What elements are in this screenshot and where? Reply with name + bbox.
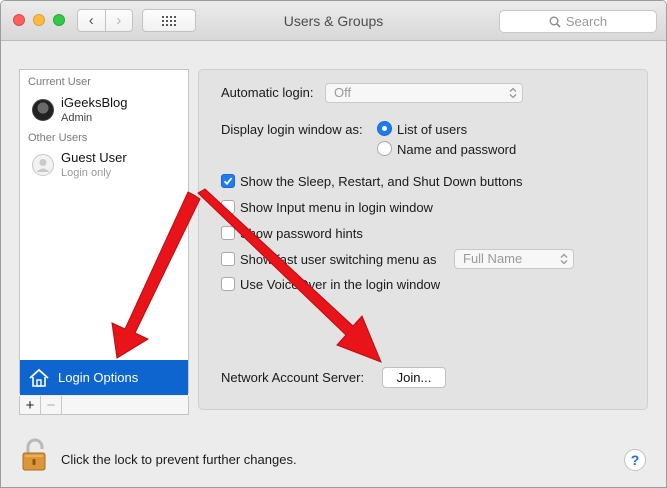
user-role: Admin bbox=[61, 112, 93, 124]
fast-switch-popup[interactable]: Full Name bbox=[454, 249, 574, 269]
help-button[interactable]: ? bbox=[624, 449, 646, 471]
name-and-password-label: Name and password bbox=[397, 142, 517, 157]
checkmark-icon bbox=[223, 177, 233, 186]
sidebar-item-login-options[interactable]: Login Options bbox=[20, 360, 188, 395]
guest-avatar bbox=[32, 154, 54, 176]
login-options-panel: Automatic login: Off Display login windo… bbox=[198, 69, 648, 410]
fast-switch-value: Full Name bbox=[463, 251, 523, 266]
automatic-login-popup[interactable]: Off bbox=[325, 83, 523, 103]
automatic-login-label: Automatic login: bbox=[221, 85, 314, 100]
remove-user-button[interactable]: − bbox=[41, 396, 62, 414]
show-password-hints-label: Show password hints bbox=[240, 226, 363, 241]
user-name: Guest User bbox=[61, 150, 127, 165]
network-account-server-label: Network Account Server: bbox=[221, 370, 365, 385]
users-sidebar: Current User iGeeksBlog Admin Other User… bbox=[19, 69, 189, 395]
checkbox-voiceover[interactable] bbox=[221, 277, 235, 291]
show-sleep-restart-label: Show the Sleep, Restart, and Shut Down b… bbox=[240, 174, 523, 189]
checkbox-fast-user-switching[interactable] bbox=[221, 252, 235, 266]
checkbox-show-password-hints[interactable] bbox=[221, 226, 235, 240]
display-login-label: Display login window as: bbox=[221, 122, 363, 137]
show-input-menu-label: Show Input menu in login window bbox=[240, 200, 433, 215]
radio-name-and-password[interactable] bbox=[377, 141, 392, 156]
sidebar-footer: + − bbox=[19, 396, 189, 415]
popup-arrows-icon bbox=[560, 253, 568, 265]
current-user-header: Current User bbox=[28, 76, 91, 88]
person-icon bbox=[36, 159, 50, 172]
title-bar: ‹ › Users & Groups Search bbox=[1, 1, 666, 41]
fast-user-switching-label: Show fast user switching menu as bbox=[240, 252, 437, 267]
house-icon bbox=[29, 368, 49, 387]
lock-icon[interactable] bbox=[20, 438, 50, 472]
list-of-users-label: List of users bbox=[397, 122, 468, 137]
user-item-guest[interactable]: Guest User Login only bbox=[20, 150, 188, 184]
popup-arrows-icon bbox=[509, 87, 517, 99]
user-item-igeeksblog[interactable]: iGeeksBlog Admin bbox=[20, 95, 188, 129]
sidebar-item-label: Login Options bbox=[58, 370, 139, 385]
search-icon bbox=[549, 16, 561, 28]
user-role: Login only bbox=[61, 167, 112, 179]
user-name: iGeeksBlog bbox=[61, 95, 128, 110]
automatic-login-value: Off bbox=[334, 85, 352, 100]
add-user-button[interactable]: + bbox=[20, 396, 41, 414]
search-placeholder: Search bbox=[565, 14, 608, 29]
radio-list-of-users[interactable] bbox=[377, 121, 392, 136]
other-users-header: Other Users bbox=[28, 132, 88, 144]
checkbox-show-sleep-restart[interactable] bbox=[221, 174, 235, 188]
voiceover-label: Use VoiceOver in the login window bbox=[240, 277, 441, 292]
lock-message: Click the lock to prevent further change… bbox=[61, 452, 297, 467]
avatar bbox=[32, 99, 54, 121]
users-groups-window: ‹ › Users & Groups Search Current User i… bbox=[0, 0, 667, 488]
checkbox-show-input-menu[interactable] bbox=[221, 200, 235, 214]
search-field[interactable]: Search bbox=[499, 10, 657, 33]
join-button[interactable]: Join... bbox=[382, 367, 446, 388]
